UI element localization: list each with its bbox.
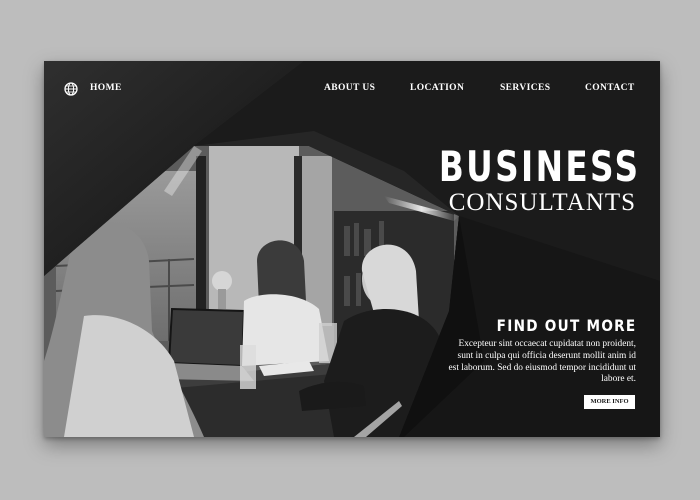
- landing-page: HOME ABOUT US LOCATION SERVICES CONTACT …: [44, 61, 660, 437]
- globe-icon[interactable]: [64, 82, 78, 96]
- nav-about-us-link[interactable]: ABOUT US: [324, 83, 375, 93]
- nav-services-link[interactable]: SERVICES: [500, 83, 550, 93]
- nav-home-link[interactable]: HOME: [90, 83, 122, 93]
- promo-heading: FIND OUT MORE: [496, 316, 636, 335]
- promo-body-text: Excepteur sint occaecat cupidatat non pr…: [448, 339, 636, 385]
- nav-location-link[interactable]: LOCATION: [410, 83, 464, 93]
- top-navigation: HOME ABOUT US LOCATION SERVICES CONTACT: [44, 61, 660, 117]
- more-info-button[interactable]: MORE INFO: [584, 395, 635, 409]
- hero-title: BUSINESS: [438, 142, 640, 191]
- hero-subtitle: CONSULTANTS: [448, 189, 636, 216]
- nav-contact-link[interactable]: CONTACT: [585, 83, 635, 93]
